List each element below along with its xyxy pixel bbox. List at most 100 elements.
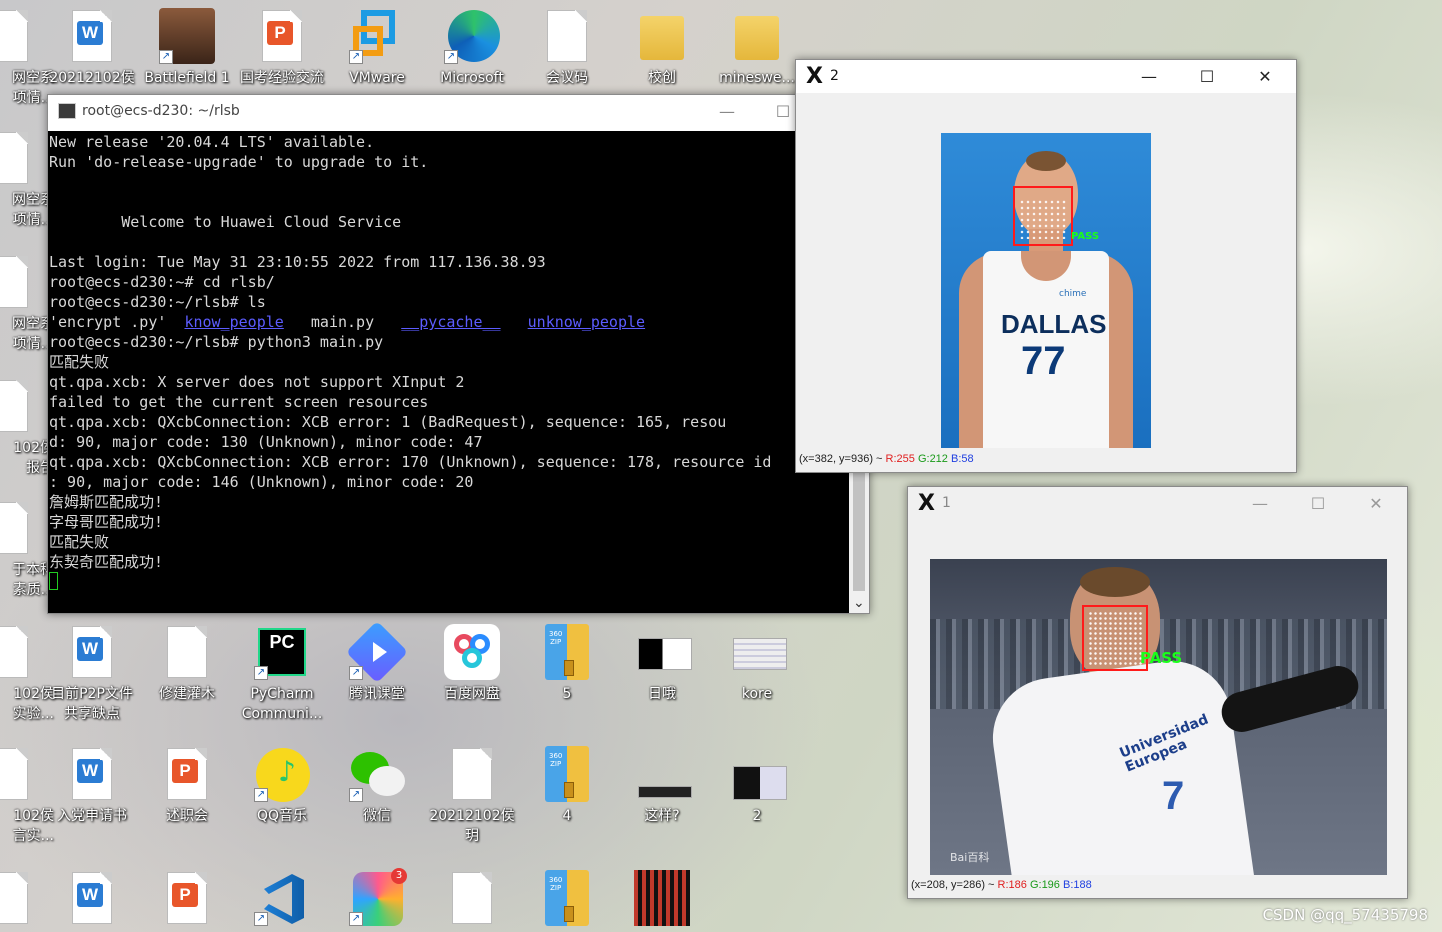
desktop-icon-game-bottom[interactable] (616, 870, 708, 926)
document-icon (0, 10, 28, 62)
shortcut-arrow-icon: ↗ (349, 788, 363, 802)
desktop-icon-battlefield[interactable]: ↗ Battlefield 1 (141, 8, 233, 88)
terminal-line: d: 90, major code: 130 (Unknown), minor … (49, 433, 483, 451)
desktop-icon-report-meeting[interactable]: P 述职会 (141, 746, 233, 826)
document-icon: W (72, 10, 112, 62)
jersey-number: 77 (1021, 339, 1066, 383)
image-thumbnail-icon (733, 766, 787, 800)
terminal-line: qt.qpa.xcb: QXcbConnection: XCB error: 1… (49, 413, 727, 431)
desktop-icon-doc-left-5[interactable]: 于本科 素质... (0, 500, 54, 600)
shortcut-arrow-icon: ↗ (254, 788, 268, 802)
terminal-line: : 90, major code: 146 (Unknown), minor c… (49, 473, 474, 491)
terminal-line: root@ecs-d230:~/rlsb# ls (49, 293, 266, 311)
desktop-icon-zip-bottom[interactable]: 360 ZIP (521, 870, 613, 926)
ls-file: 'encrypt .py' (49, 313, 167, 331)
maximize-button[interactable]: ☐ (1289, 487, 1347, 520)
terminal-line: root@ecs-d230:~/rlsb# python3 main.py (49, 333, 384, 351)
document-icon (167, 626, 207, 678)
terminal-cursor-line (49, 572, 850, 592)
shortcut-arrow-icon: ↗ (254, 912, 268, 926)
face-image-action: Universidad Europea 7 PASS Bai百科 (930, 559, 1387, 875)
desktop-icon-doc-left-2[interactable]: 网空系 项情... (0, 130, 54, 230)
baidu-netdisk-icon (444, 624, 500, 680)
terminal-window[interactable]: root@ecs-d230: ~/rlsb — ☐ New release '2… (47, 94, 870, 614)
desktop-icon-zip-4[interactable]: 360 ZIP 4 (521, 746, 613, 826)
document-icon (0, 626, 28, 678)
close-button[interactable]: ✕ (1347, 487, 1405, 520)
desktop-icon-meeting-code[interactable]: 会议码 (521, 8, 613, 88)
pixel-green: G:196 (1029, 879, 1060, 891)
desktop-icon-hou-yue-doc[interactable]: 20212102侯 玥 (426, 746, 518, 846)
ls-directory: know_people (184, 313, 284, 331)
terminal-output[interactable]: New release '20.04.4 LTS' available. Run… (48, 131, 850, 613)
desktop-icon-qq-music[interactable]: ♪ ↗ QQ音乐 (236, 746, 328, 826)
terminal-line: 匹配失败 (49, 533, 110, 551)
document-icon: P (262, 10, 302, 62)
desktop-icon-word-bottom[interactable]: W (46, 870, 138, 926)
desktop-icon-ppt-exchange[interactable]: P 国考经验交流 (236, 8, 328, 88)
window-1-status-bar: (x=208, y=286) ~ R:186 G:196 B:188 (911, 879, 1092, 891)
image-window-2[interactable]: X 2 — ☐ ✕ chime DALLAS 77 PASS (x=382, y… (795, 59, 1297, 473)
terminal-line: failed to get the current screen resourc… (49, 393, 429, 411)
x-window-icon: X (918, 491, 935, 516)
document-icon (0, 502, 28, 554)
close-button[interactable]: ✕ (1236, 60, 1294, 93)
desktop-icon-vmware[interactable]: ↗ VMware (331, 8, 423, 88)
powerpoint-icon: P (172, 759, 198, 783)
desktop-icon-wechat[interactable]: ↗ 微信 (331, 746, 423, 826)
desktop-icon-xiujian[interactable]: 修建灌木 (141, 624, 233, 704)
desktop-icon-word-doc[interactable]: W 20212102侯 (46, 8, 138, 88)
desktop-icon-ppt-bottom[interactable]: P (141, 870, 233, 926)
desktop-icon-screenshot-rio[interactable]: 日哦 (616, 624, 708, 704)
desktop-icon-doc-bottom[interactable] (426, 870, 518, 926)
window-1-titlebar[interactable]: X 1 — ☐ ✕ (908, 487, 1407, 520)
face-landmarks (1088, 611, 1142, 667)
document-icon (0, 256, 28, 308)
document-icon: W (72, 872, 112, 924)
zip-archive-icon: 360 ZIP (545, 746, 589, 802)
desktop-icon-2[interactable]: 2 (711, 746, 803, 826)
image-thumbnail-icon (733, 638, 787, 670)
desktop-icon-kore[interactable]: kore (711, 624, 803, 704)
desktop-icon-doc-left-3[interactable]: 网空系 项情... (0, 254, 54, 354)
shortcut-arrow-icon: ↗ (254, 666, 268, 680)
desktop-icon-zheyang[interactable]: 这样? (616, 746, 708, 826)
desktop-icon-p2p-doc[interactable]: W 目前P2P文件 共享缺点 (46, 624, 138, 724)
desktop-icon-edge[interactable]: ↗ Microsoft (426, 8, 518, 88)
minimize-button[interactable]: — (1120, 60, 1178, 93)
window-2-titlebar[interactable]: X 2 — ☐ ✕ (796, 60, 1296, 93)
desktop-icon-folder-xiaochuang[interactable]: 校创 (616, 8, 708, 88)
shortcut-arrow-icon: ↗ (349, 912, 363, 926)
jersey-number: 7 (1162, 774, 1185, 818)
minimize-button[interactable]: — (698, 95, 756, 128)
folder-icon (735, 16, 779, 60)
desktop-icon-colorful-app[interactable]: 3 ↗ (331, 868, 423, 926)
terminal-titlebar[interactable]: root@ecs-d230: ~/rlsb — ☐ (48, 95, 869, 128)
desktop-icon-doc-left-4[interactable]: 102侯 报告 (0, 378, 54, 478)
desktop-icon-party-application[interactable]: W 入党申请书 (46, 746, 138, 826)
minimize-button[interactable]: — (1231, 487, 1289, 520)
desktop-icon-zip-5[interactable]: 360 ZIP 5 (521, 624, 613, 704)
qq-music-icon: ♪ ↗ (254, 746, 310, 802)
desktop-icon-pycharm[interactable]: PC ↗ PyCharm Communi... (236, 624, 328, 724)
window-2-title: 2 (830, 68, 839, 84)
window-1-title: 1 (942, 495, 951, 511)
desktop-icon-tencent-classroom[interactable]: ↗ 腾讯课堂 (331, 620, 423, 704)
image-window-1[interactable]: X 1 — ☐ ✕ Universidad Europea 7 PASS Bai… (907, 486, 1408, 899)
desktop-icon-baidu-netdisk[interactable]: 百度网盘 (426, 624, 518, 704)
tencent-classroom-icon: ↗ (345, 620, 409, 684)
desktop-icon-vscode[interactable]: ↗ (236, 870, 328, 926)
zip-archive-icon: 360 ZIP (545, 624, 589, 680)
pixel-green: G:212 (917, 453, 948, 465)
document-icon (0, 748, 28, 800)
image-thumbnail-icon (638, 786, 692, 798)
maximize-button[interactable]: ☐ (1178, 60, 1236, 93)
desktop-icon-folder-minesweeper[interactable]: mineswe... (711, 8, 803, 88)
terminal-line: Last login: Tue May 31 23:10:55 2022 fro… (49, 253, 546, 271)
ls-output-line: 'encrypt .py' know_people main.py __pyca… (49, 312, 850, 332)
cursor-position: (x=208, y=286) ~ (911, 879, 998, 891)
scroll-down-arrow-icon[interactable]: ⌄ (853, 595, 865, 611)
